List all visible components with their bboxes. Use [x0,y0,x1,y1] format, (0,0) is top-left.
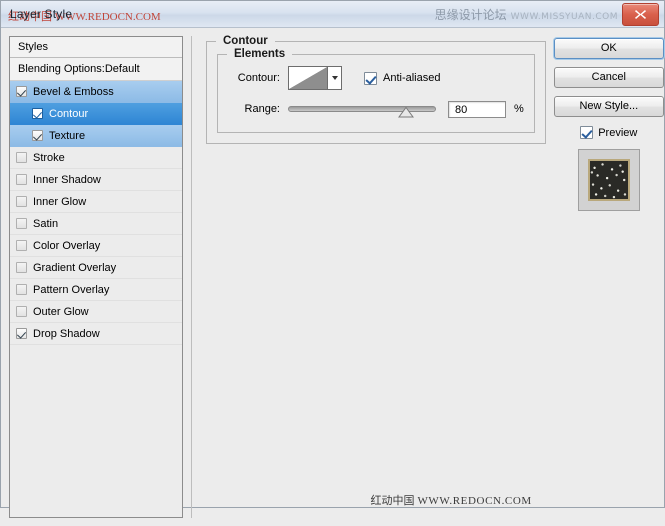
dialog-body: Styles Blending Options:Default Bevel & … [1,28,664,526]
style-item-checkbox[interactable] [16,174,27,185]
style-item-checkbox[interactable] [16,196,27,207]
style-item-label: Pattern Overlay [33,283,110,296]
contour-field-row: Contour: Anti-aliased [228,66,524,90]
contour-settings-area: Contour Elements Contour: Anti-aliased R… [191,34,546,518]
contour-group-title: Contour [223,34,268,47]
range-value-input[interactable]: 80 [448,100,506,118]
style-item-inner-shadow[interactable]: Inner Shadow [10,169,182,191]
range-slider-thumb[interactable] [398,107,415,118]
preview-checkbox[interactable]: Preview [554,126,664,139]
elements-group-box: Contour: Anti-aliased Range: 80 % [217,54,535,133]
style-item-checkbox[interactable] [16,262,27,273]
glitter-texture-icon [587,159,630,201]
style-item-checkbox[interactable] [16,328,27,339]
range-field-row: Range: 80 % [228,100,524,118]
anti-aliased-check-icon [364,71,377,85]
anti-aliased-checkbox[interactable]: Anti-aliased [364,71,441,85]
style-item-stroke[interactable]: Stroke [10,147,182,169]
right-watermark-cn: 思缘设计论坛 [434,8,507,22]
range-slider[interactable] [288,100,436,118]
style-item-gradient-overlay[interactable]: Gradient Overlay [10,257,182,279]
style-item-inner-glow[interactable]: Inner Glow [10,191,182,213]
linear-contour-icon [289,67,327,89]
new-style-button[interactable]: New Style... [553,96,664,117]
window-title: Layer Style [10,7,73,21]
style-item-label: Bevel & Emboss [33,85,114,98]
range-label: Range: [244,103,280,115]
style-item-checkbox[interactable] [32,130,43,141]
style-item-contour[interactable]: Contour [10,103,182,125]
style-item-label: Gradient Overlay [33,261,117,274]
cancel-button[interactable]: Cancel [553,67,664,88]
style-item-label: Inner Shadow [33,173,101,186]
contour-preview-swatch[interactable] [288,66,328,90]
style-item-label: Inner Glow [33,195,87,208]
contour-label: Contour: [237,72,280,84]
style-item-label: Stroke [33,151,65,164]
style-item-label: Drop Shadow [33,327,100,340]
style-preview-thumbnail [577,149,640,211]
style-item-checkbox[interactable] [16,152,27,163]
style-item-label: Outer Glow [33,305,89,318]
style-item-outer-glow[interactable]: Outer Glow [10,301,182,323]
range-percent-label: % [514,103,524,115]
style-item-label: Color Overlay [33,239,101,252]
close-button[interactable] [622,3,659,26]
style-item-pattern-overlay[interactable]: Pattern Overlay [10,279,182,301]
style-item-checkbox[interactable] [16,284,27,295]
style-item-checkbox[interactable] [16,306,27,317]
style-item-satin[interactable]: Satin [10,213,182,235]
contour-group-legend: Contour [206,34,546,47]
style-item-label: Contour [49,107,89,120]
dialog-buttons-panel: OK Cancel New Style... Preview [553,36,664,518]
elements-group-title: Elements [234,47,286,60]
style-item-checkbox[interactable] [32,108,43,119]
right-watermark-en: WWW.MISSYUAN.COM [510,12,618,22]
contour-group-box: Elements Contour: Anti-aliased Range: 80… [206,41,546,144]
contour-dropdown-button[interactable] [328,66,342,90]
anti-aliased-label: Anti-aliased [383,72,441,84]
preview-check-icon [580,126,594,139]
style-item-texture[interactable]: Texture [10,125,182,147]
chevron-down-icon [331,76,338,80]
styles-panel-header: Styles [10,37,182,58]
ok-button[interactable]: OK [553,38,664,59]
title-bar[interactable]: 红动中国 WWW.REDOCN.COM Layer Style 思缘设计论坛 WW… [1,1,664,28]
styles-panel: Styles Blending Options:Default Bevel & … [9,36,183,518]
styles-list: Bevel & Emboss Contour Texture Stroke Inner … [10,81,182,517]
style-item-drop-shadow[interactable]: Drop Shadow [10,323,182,345]
preview-label: Preview [598,126,638,139]
style-item-bevel-emboss[interactable]: Bevel & Emboss [10,81,182,103]
footer-watermark-cn: 红动中国 [370,495,415,507]
right-watermark: 思缘设计论坛 WWW.MISSYUAN.COM [435,6,618,23]
footer-watermark-en: WWW.REDOCN.COM [417,495,532,507]
style-item-label: Satin [33,217,59,230]
style-item-color-overlay[interactable]: Color Overlay [10,235,182,257]
style-item-checkbox[interactable] [16,240,27,251]
close-icon [635,10,646,19]
blending-options-row[interactable]: Blending Options:Default [10,58,182,81]
elements-group-legend: Elements [217,47,535,60]
style-item-checkbox[interactable] [16,218,27,229]
layer-style-dialog: 红动中国 WWW.REDOCN.COM Layer Style 思缘设计论坛 WW… [0,0,665,518]
style-item-label: Texture [49,129,86,142]
style-item-checkbox[interactable] [16,86,27,97]
footer-watermark: 红动中国 WWW.REDOCN.COM [370,492,531,508]
